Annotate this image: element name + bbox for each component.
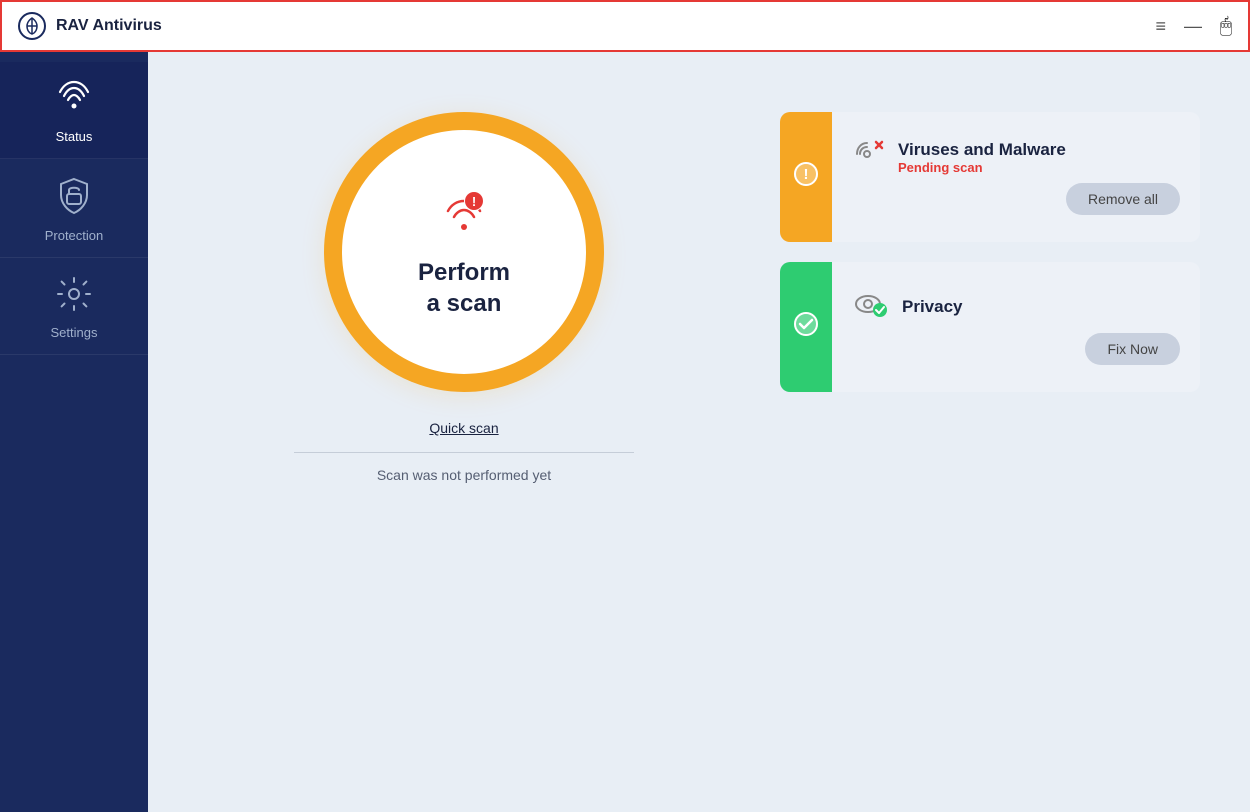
sidebar-protection-label: Protection xyxy=(45,228,104,243)
warning-accent-icon: ! xyxy=(792,160,820,194)
sidebar-status-label: Status xyxy=(56,129,93,144)
viruses-subtitle: Pending scan xyxy=(898,160,1066,175)
scan-alert-icon: ! xyxy=(438,185,490,245)
svg-text:!: ! xyxy=(472,194,476,209)
viruses-header-row: Viruses and Malware Pending scan xyxy=(852,140,1180,175)
fix-now-button[interactable]: Fix Now xyxy=(1085,333,1180,365)
viruses-title-group: Viruses and Malware Pending scan xyxy=(898,140,1066,175)
content-area: ! Performa scan Quick scan Scan was not … xyxy=(148,52,1250,812)
scan-label: Performa scan xyxy=(418,257,510,319)
privacy-status-icon xyxy=(852,290,888,325)
title-bar-right: ≡ — 🖱 xyxy=(1155,15,1232,38)
status-icon xyxy=(56,80,92,121)
check-accent-icon xyxy=(792,310,820,344)
viruses-status-icon xyxy=(852,140,884,175)
viruses-malware-body: Viruses and Malware Pending scan Remove … xyxy=(832,122,1200,233)
sidebar-settings-label: Settings xyxy=(51,325,98,340)
title-bar: RAV Antivirus ≡ — 🖱 xyxy=(0,0,1250,52)
privacy-header-row: Privacy xyxy=(852,290,1180,325)
scan-status-text: Scan was not performed yet xyxy=(377,467,551,483)
privacy-card: Privacy Fix Now xyxy=(780,262,1200,392)
sidebar-item-settings[interactable]: Settings xyxy=(0,258,148,355)
privacy-title: Privacy xyxy=(902,297,963,317)
minimize-button[interactable]: — xyxy=(1184,16,1202,37)
main-container: Status Protection Settings xyxy=(0,52,1250,812)
cursor-icon: 🖱 xyxy=(1220,15,1232,38)
sidebar-item-protection[interactable]: Protection xyxy=(0,159,148,258)
scan-divider xyxy=(294,452,634,453)
scan-circle-wrapper: ! Performa scan xyxy=(324,112,604,392)
scan-panel: ! Performa scan Quick scan Scan was not … xyxy=(198,92,730,772)
viruses-title: Viruses and Malware xyxy=(898,140,1066,160)
title-bar-left: RAV Antivirus xyxy=(18,12,162,40)
rav-logo-icon xyxy=(18,12,46,40)
settings-icon xyxy=(56,276,92,317)
cards-panel: ! xyxy=(780,92,1200,772)
privacy-body: Privacy Fix Now xyxy=(832,272,1200,383)
app-title: RAV Antivirus xyxy=(56,17,162,35)
quick-scan-link[interactable]: Quick scan xyxy=(429,420,498,436)
viruses-malware-card: ! xyxy=(780,112,1200,242)
menu-button[interactable]: ≡ xyxy=(1155,16,1166,37)
sidebar: Status Protection Settings xyxy=(0,52,148,812)
remove-all-button[interactable]: Remove all xyxy=(1066,183,1180,215)
card-accent-green xyxy=(780,262,832,392)
sidebar-item-status[interactable]: Status xyxy=(0,62,148,159)
card-accent-orange: ! xyxy=(780,112,832,242)
svg-text:!: ! xyxy=(804,166,809,183)
protection-icon xyxy=(57,177,91,220)
scan-circle-button[interactable]: ! Performa scan xyxy=(324,112,604,392)
